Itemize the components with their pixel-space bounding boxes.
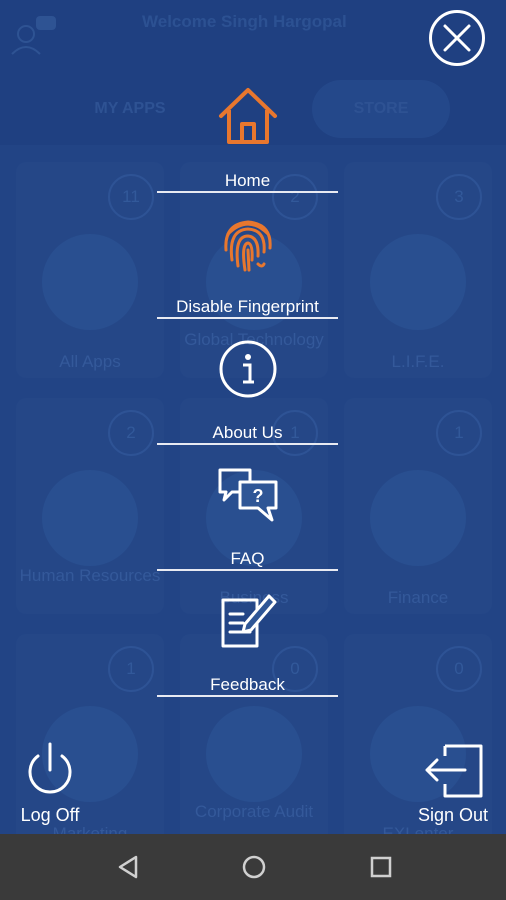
menu-item-home[interactable]: Home	[157, 86, 338, 212]
power-icon	[28, 742, 72, 794]
sign-out-button[interactable]: Sign Out	[410, 740, 496, 826]
log-off-label: Log Off	[20, 805, 80, 825]
sign-out-icon	[425, 744, 483, 798]
menu-divider	[157, 317, 338, 319]
menu-label-home: Home	[224, 171, 271, 190]
menu-item-disable-fingerprint[interactable]: Disable Fingerprint	[157, 212, 338, 338]
menu-label-about: About Us	[212, 423, 283, 442]
menu-label-faq: FAQ	[230, 549, 265, 568]
menu-item-feedback[interactable]: Feedback	[157, 590, 338, 716]
back-icon[interactable]	[116, 854, 140, 880]
system-navigation-bar	[0, 834, 506, 900]
fingerprint-icon	[223, 220, 272, 272]
menu-item-about-us[interactable]: About Us	[157, 338, 338, 464]
menu-label-fingerprint: Disable Fingerprint	[176, 297, 319, 316]
menu-divider	[157, 443, 338, 445]
home-nav-icon[interactable]	[241, 854, 267, 880]
menu-label-feedback: Feedback	[210, 675, 285, 694]
close-button[interactable]	[429, 10, 485, 66]
log-off-button[interactable]: Log Off	[14, 740, 86, 826]
menu-divider	[157, 569, 338, 571]
sign-out-label: Sign Out	[417, 805, 489, 825]
menu-divider	[157, 191, 338, 193]
svg-text:?: ?	[252, 486, 263, 506]
home-icon	[218, 88, 277, 144]
recents-icon[interactable]	[369, 854, 393, 880]
feedback-icon	[221, 594, 276, 648]
info-icon	[219, 340, 276, 398]
close-icon	[443, 24, 471, 52]
menu-item-faq[interactable]: ? FAQ	[157, 464, 338, 590]
menu-divider	[157, 695, 338, 697]
faq-chat-icon: ?	[218, 468, 277, 522]
